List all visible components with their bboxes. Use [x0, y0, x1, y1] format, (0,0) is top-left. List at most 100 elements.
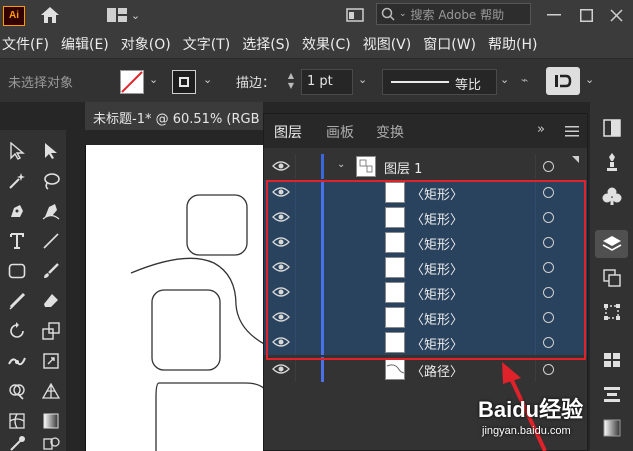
expand-chevron-icon[interactable]: ⌄: [337, 159, 345, 170]
type-tool-icon[interactable]: [4, 230, 30, 252]
rotate-tool-icon[interactable]: [4, 320, 30, 342]
menu-object[interactable]: 对象(O): [115, 34, 177, 54]
menu-select[interactable]: 选择(S): [236, 34, 296, 54]
selection-tool-icon[interactable]: [4, 140, 30, 162]
stroke-profile-chevron-icon[interactable]: ⌄: [500, 73, 509, 86]
layer-color-bar: [321, 154, 324, 179]
visibility-eye-icon[interactable]: [272, 186, 290, 198]
help-search-input[interactable]: ⌄ 搜索 Adobe 帮助: [376, 3, 531, 25]
close-button[interactable]: [600, 0, 633, 30]
target-circle-icon[interactable]: [543, 312, 554, 323]
layer-row[interactable]: ⌄ 图层 1: [264, 154, 587, 179]
scale-tool-icon[interactable]: [38, 320, 64, 342]
target-circle-icon[interactable]: [543, 161, 554, 172]
layer-row[interactable]: 〈矩形〉: [264, 205, 587, 230]
visibility-eye-icon[interactable]: [272, 286, 290, 298]
eyedropper-tool-icon[interactable]: [4, 434, 30, 451]
stroke-weight-chevron-icon[interactable]: ⌄: [358, 73, 367, 86]
collapse-panel-icon[interactable]: »: [537, 122, 545, 137]
target-circle-icon[interactable]: [543, 337, 554, 348]
arrange-documents-icon[interactable]: [344, 4, 366, 26]
workspace-switcher-button[interactable]: ⌄: [102, 4, 144, 26]
layer-row[interactable]: 〈矩形〉: [264, 180, 587, 205]
eraser-tool-icon[interactable]: [38, 290, 64, 312]
shape-builder-tool-icon[interactable]: [4, 380, 30, 402]
layer-row[interactable]: 〈矩形〉: [264, 230, 587, 255]
swatches-panel-icon[interactable]: [595, 346, 628, 374]
visibility-eye-icon[interactable]: [272, 261, 290, 273]
menu-effect[interactable]: 效果(C): [296, 34, 357, 54]
artboards-panel-icon[interactable]: [595, 264, 628, 292]
fill-dropdown-chevron-icon[interactable]: ⌄: [149, 73, 158, 86]
target-circle-icon[interactable]: [543, 262, 554, 273]
direct-selection-tool-icon[interactable]: [38, 140, 64, 162]
free-transform-tool-icon[interactable]: [38, 350, 64, 372]
layer-row[interactable]: 〈矩形〉: [264, 305, 587, 330]
menu-edit[interactable]: 编辑(E): [55, 34, 115, 54]
layer-row[interactable]: 〈矩形〉: [264, 330, 587, 355]
selection-status: 未选择对象: [8, 76, 74, 91]
menu-view[interactable]: 视图(V): [357, 34, 418, 54]
layer-name: 图层 1: [384, 162, 423, 177]
target-circle-icon[interactable]: [543, 187, 554, 198]
home-icon[interactable]: [38, 4, 62, 26]
curvature-tool-icon[interactable]: [38, 200, 64, 222]
document-tab[interactable]: 未标题-1* @ 60.51% (RGB: [85, 102, 263, 130]
tab-transform[interactable]: 变换: [376, 122, 404, 142]
mesh-tool-icon[interactable]: [4, 410, 30, 432]
layer-row[interactable]: 〈矩形〉: [264, 255, 587, 280]
visibility-eye-icon[interactable]: [272, 336, 290, 348]
stroke-label: 描边：: [236, 76, 276, 91]
stroke-dropdown-chevron-icon[interactable]: ⌄: [203, 73, 212, 86]
width-tool-icon[interactable]: [4, 350, 30, 372]
symbols-panel-icon[interactable]: [595, 182, 628, 210]
gradient-tool-icon[interactable]: [38, 410, 64, 432]
target-circle-icon[interactable]: [543, 237, 554, 248]
layer-name: 〈矩形〉: [411, 313, 464, 328]
restore-button[interactable]: [568, 0, 604, 30]
stroke-weight-stepper[interactable]: ▲ ▼: [284, 71, 298, 93]
app-logo: Ai: [3, 6, 25, 26]
target-circle-icon[interactable]: [543, 212, 554, 223]
paintbrush-tool-icon[interactable]: [38, 260, 64, 282]
line-segment-tool-icon[interactable]: [38, 230, 64, 252]
menu-type[interactable]: 文字(T): [177, 34, 236, 54]
artwork: [130, 194, 272, 451]
blend-tool-icon[interactable]: [38, 434, 64, 451]
lasso-tool-icon[interactable]: [38, 170, 64, 192]
shaper-tool-icon[interactable]: [4, 290, 30, 312]
layer-row[interactable]: 〈矩形〉: [264, 280, 587, 305]
target-circle-icon[interactable]: [543, 287, 554, 298]
align-style-chevron-icon[interactable]: ⌄: [585, 73, 594, 86]
brush-definition-icon[interactable]: ⌁: [521, 73, 531, 89]
artboard-canvas[interactable]: [85, 145, 272, 451]
tab-artboards[interactable]: 画板: [326, 122, 354, 142]
transform-panel-icon[interactable]: [595, 298, 628, 326]
layers-panel-icon[interactable]: [595, 230, 628, 258]
minimize-button[interactable]: [536, 0, 572, 30]
properties-panel-icon[interactable]: [595, 114, 628, 142]
watermark: Baidu经验 jingyan.baidu.com: [474, 392, 604, 448]
rectangle-tool-icon[interactable]: [4, 260, 30, 282]
panel-menu-icon[interactable]: [565, 126, 579, 137]
visibility-eye-icon[interactable]: [272, 236, 290, 248]
layer-thumbnail: [385, 257, 405, 278]
align-style-button[interactable]: [546, 67, 580, 95]
stroke-swatch[interactable]: [172, 70, 196, 94]
visibility-eye-icon[interactable]: [272, 363, 290, 375]
stroke-weight-input[interactable]: 1 pt: [301, 69, 353, 95]
fill-swatch[interactable]: [120, 70, 144, 94]
brushes-panel-icon[interactable]: [595, 148, 628, 176]
magic-wand-tool-icon[interactable]: [4, 170, 30, 192]
stroke-profile-dropdown[interactable]: 等比: [382, 69, 497, 95]
visibility-eye-icon[interactable]: [272, 211, 290, 223]
perspective-grid-tool-icon[interactable]: [38, 380, 64, 402]
tab-layers[interactable]: 图层: [274, 122, 302, 142]
menu-window[interactable]: 窗口(W): [417, 34, 482, 54]
menu-file[interactable]: 文件(F): [0, 34, 55, 54]
menu-help[interactable]: 帮助(H): [482, 34, 543, 54]
visibility-eye-icon[interactable]: [272, 160, 290, 172]
pen-tool-icon[interactable]: [4, 200, 30, 222]
title-bar: Ai ⌄ ⌄ 搜索 Adobe 帮助: [0, 0, 633, 30]
visibility-eye-icon[interactable]: [272, 311, 290, 323]
